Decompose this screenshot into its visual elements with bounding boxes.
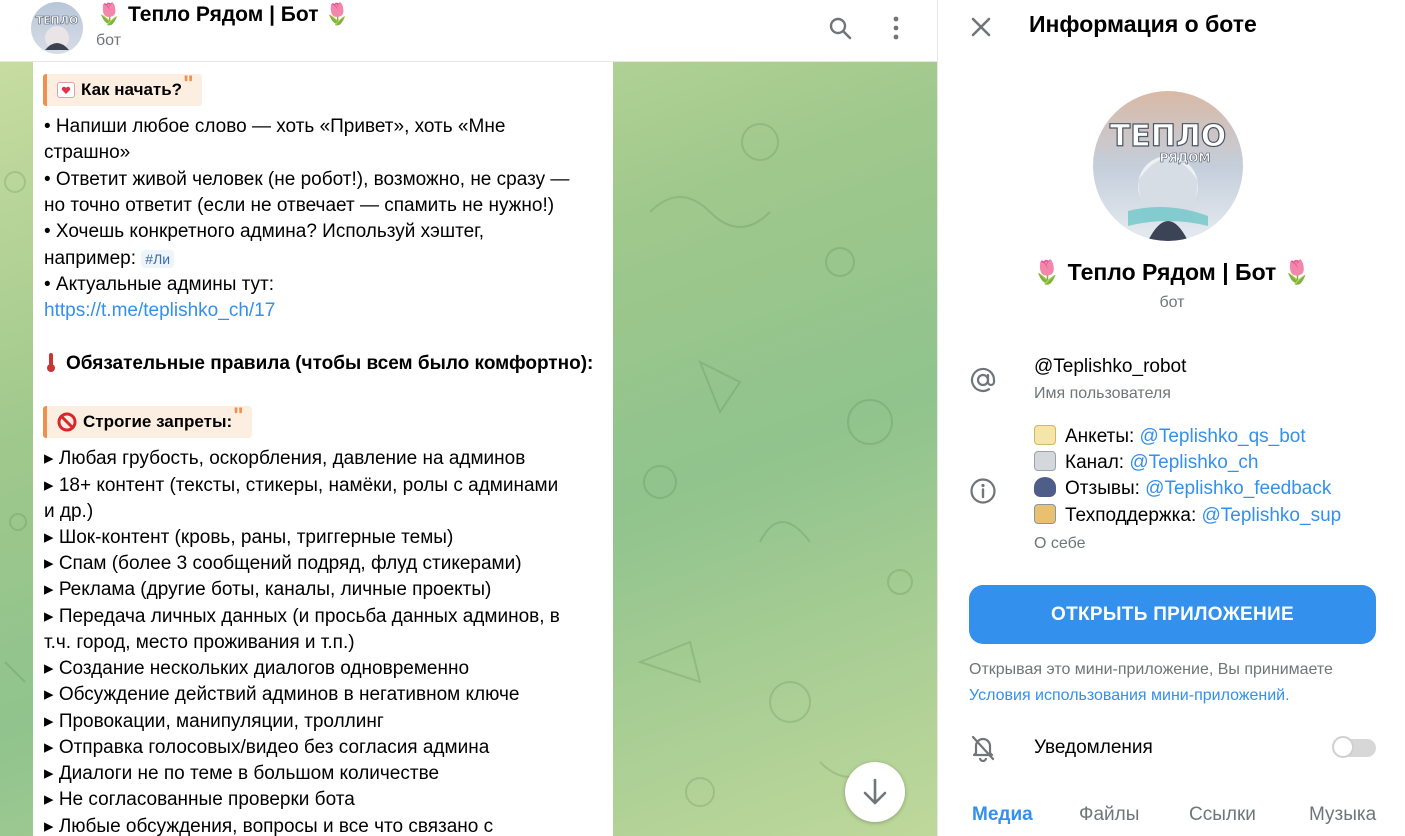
info-icon	[968, 476, 998, 506]
bell-off-icon	[968, 733, 998, 763]
ban-item: ▸ Спам (более 3 сообщений подряд, флуд с…	[44, 553, 522, 574]
at-sign-icon	[968, 365, 998, 395]
chat-header: ТЕПЛО 🌷 Тепло Рядом | Бот 🌷 бот	[0, 0, 937, 62]
message-line: • Хочешь конкретного админа? Используй х…	[44, 221, 485, 242]
toggle-knob	[1332, 736, 1354, 758]
bio-link-support[interactable]: @Teplishko_sup	[1202, 505, 1342, 526]
message-line: • Напиши любое слово — хоть «Привет», хо…	[44, 116, 506, 137]
notifications-toggle[interactable]	[1332, 736, 1376, 758]
svg-text:РЯДОМ: РЯДОМ	[1160, 151, 1211, 165]
message-line: например: #Ли	[44, 246, 175, 272]
ban-item: ▸ Создание нескольких диалогов одновреме…	[44, 658, 470, 679]
ban-item: ▸ Передача личных данных (и просьба данн…	[44, 606, 560, 627]
rules-heading-line: Обязательные правила (чтобы всем было ко…	[44, 351, 593, 377]
ban-item: ▸ Шок-контент (кровь, раны, триггерные т…	[44, 527, 454, 548]
prohibited-icon	[57, 412, 77, 432]
chat-title: 🌷 Тепло Рядом | Бот 🌷	[96, 3, 351, 26]
chat-avatar[interactable]: ТЕПЛО	[31, 2, 83, 54]
ban-item: ▸ Диалоги не по теме в большом количеств…	[44, 763, 440, 784]
quote-heading: Как начать?	[81, 79, 183, 99]
quote-heading: Строгие запреты:	[83, 411, 233, 431]
tab-media[interactable]: Медиа	[972, 804, 1033, 826]
info-heading: Информация о боте	[1029, 11, 1257, 37]
more-vertical-icon[interactable]	[880, 12, 912, 44]
bio-line-forms: Анкеты: @Teplishko_qs_bot	[1034, 425, 1306, 448]
arrow-down-icon	[863, 778, 887, 805]
bot-name: 🌷 Тепло Рядом | Бот 🌷	[1032, 259, 1312, 285]
chat-pane: ТЕПЛО 🌷 Тепло Рядом | Бот 🌷 бот Как нача…	[0, 0, 937, 836]
memo-icon	[1034, 425, 1056, 445]
hashtag-link[interactable]: #Ли	[141, 250, 175, 268]
rules-heading: Обязательные правила (чтобы всем было ко…	[66, 353, 594, 374]
quote-bans: Строгие запреты: "	[43, 402, 252, 438]
message-line: • Ответит живой человек (не робот!), воз…	[44, 169, 570, 190]
message-line: но точно ответит (если не отвечает — спа…	[44, 195, 555, 216]
technologist-icon	[1034, 504, 1056, 524]
admins-link[interactable]: https://t.me/teplishko_ch/17	[44, 298, 275, 324]
bio-label: О себе	[1034, 535, 1086, 552]
ban-item: ▸ Отправка голосовых/видео без согласия …	[44, 737, 490, 758]
bio-link-channel[interactable]: @Teplishko_ch	[1129, 452, 1258, 473]
speaking-head-icon	[1034, 477, 1056, 497]
chat-subtitle: бот	[96, 32, 122, 49]
bio-label: Техподдержка:	[1065, 505, 1202, 526]
bio-label: Отзывы:	[1065, 478, 1146, 499]
message-bubble: Как начать? " • Напиши любое слово — хоть…	[33, 62, 613, 836]
bio-link-forms[interactable]: @Teplishko_qs_bot	[1140, 426, 1306, 447]
bio-line-feedback: Отзывы: @Teplishko_feedback	[1034, 477, 1331, 500]
tab-music[interactable]: Музыка	[1309, 804, 1376, 826]
tab-files[interactable]: Файлы	[1079, 804, 1139, 826]
bio-line-support: Техподдержка: @Teplishko_sup	[1034, 504, 1341, 527]
svg-text:ТЕПЛО: ТЕПЛО	[1110, 119, 1226, 154]
quote-mark-icon: "	[233, 402, 244, 428]
notifications-label: Уведомления	[1034, 737, 1153, 758]
bot-type: бот	[1159, 294, 1185, 311]
thermometer-icon	[44, 352, 58, 372]
svg-text:ТЕПЛО: ТЕПЛО	[36, 14, 79, 27]
ban-item: ▸ Обсуждение действий админов в негативн…	[44, 684, 520, 705]
bio-line-channel: Канал: @Teplishko_ch	[1034, 451, 1258, 474]
bio-label: Канал:	[1065, 452, 1130, 473]
ban-item: ▸ Любые обсуждения, вопросы и все что св…	[44, 816, 494, 836]
ban-item: т.ч. город, место проживания и т.п.)	[44, 632, 355, 653]
search-icon[interactable]	[824, 12, 856, 44]
scroll-down-button[interactable]	[845, 762, 905, 822]
quote-how-to-start: Как начать? "	[43, 70, 202, 106]
terms-text: Открывая это мини-приложение, Вы принима…	[969, 661, 1333, 678]
terms-notice: Открывая это мини-приложение, Вы принима…	[969, 657, 1389, 709]
open-app-button[interactable]: ОТКРЫТЬ ПРИЛОЖЕНИЕ	[969, 585, 1376, 644]
ban-item: ▸ Провокации, манипуляции, троллинг	[44, 711, 384, 732]
bio-link-feedback[interactable]: @Teplishko_feedback	[1145, 478, 1331, 499]
bot-username[interactable]: @Teplishko_robot	[1034, 356, 1186, 378]
ban-item: ▸ Реклама (другие боты, каналы, личные п…	[44, 579, 492, 600]
bio-label: Анкеты:	[1065, 426, 1140, 447]
ban-item: ▸ 18+ контент (тексты, стикеры, намёки, …	[44, 475, 559, 496]
terms-link[interactable]: Условия использования мини-приложений.	[969, 683, 1389, 709]
username-label: Имя пользователя	[1034, 385, 1171, 402]
bot-avatar[interactable]: ТЕПЛО РЯДОМ	[1093, 91, 1243, 241]
ban-item: и др.)	[44, 501, 94, 522]
quote-mark-icon: "	[183, 70, 194, 96]
bot-info-pane: Информация о боте ТЕПЛО РЯДОМ 🌷 Тепло Ря…	[937, 0, 1405, 836]
close-icon[interactable]	[966, 12, 996, 42]
ban-item: ▸ Не согласованные проверки бота	[44, 789, 355, 810]
message-line: • Актуальные админы тут:	[44, 274, 275, 295]
envelope-heart-icon	[57, 82, 75, 98]
newspaper-icon	[1034, 451, 1056, 471]
ban-item: ▸ Любая грубость, оскорбления, давление …	[44, 448, 526, 469]
message-text: например:	[44, 248, 142, 269]
message-line: страшно»	[44, 142, 131, 163]
tab-links[interactable]: Ссылки	[1189, 804, 1256, 826]
